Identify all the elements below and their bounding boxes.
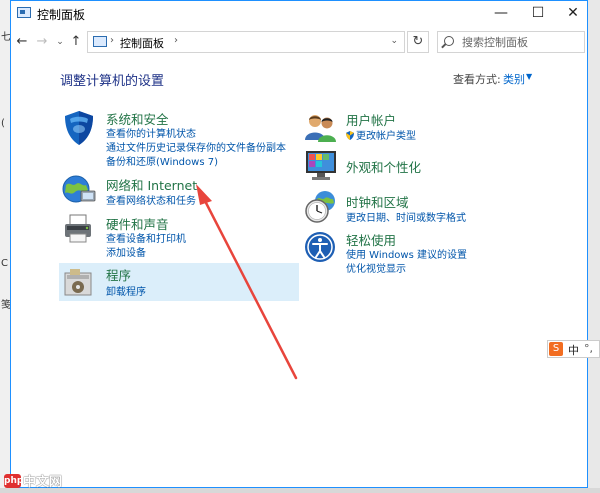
ime-mode-label[interactable]: 中 (568, 342, 579, 358)
annotation-arrow (196, 184, 298, 380)
watermark-text: 中文网 (23, 475, 63, 490)
ime-toolbar[interactable]: S 中 °, (547, 340, 600, 358)
watermark: php中文网 (4, 471, 62, 490)
sogou-logo-icon: S (549, 342, 563, 356)
php-logo-icon: php (4, 473, 24, 488)
ime-punctuation-label[interactable]: °, (584, 342, 593, 355)
